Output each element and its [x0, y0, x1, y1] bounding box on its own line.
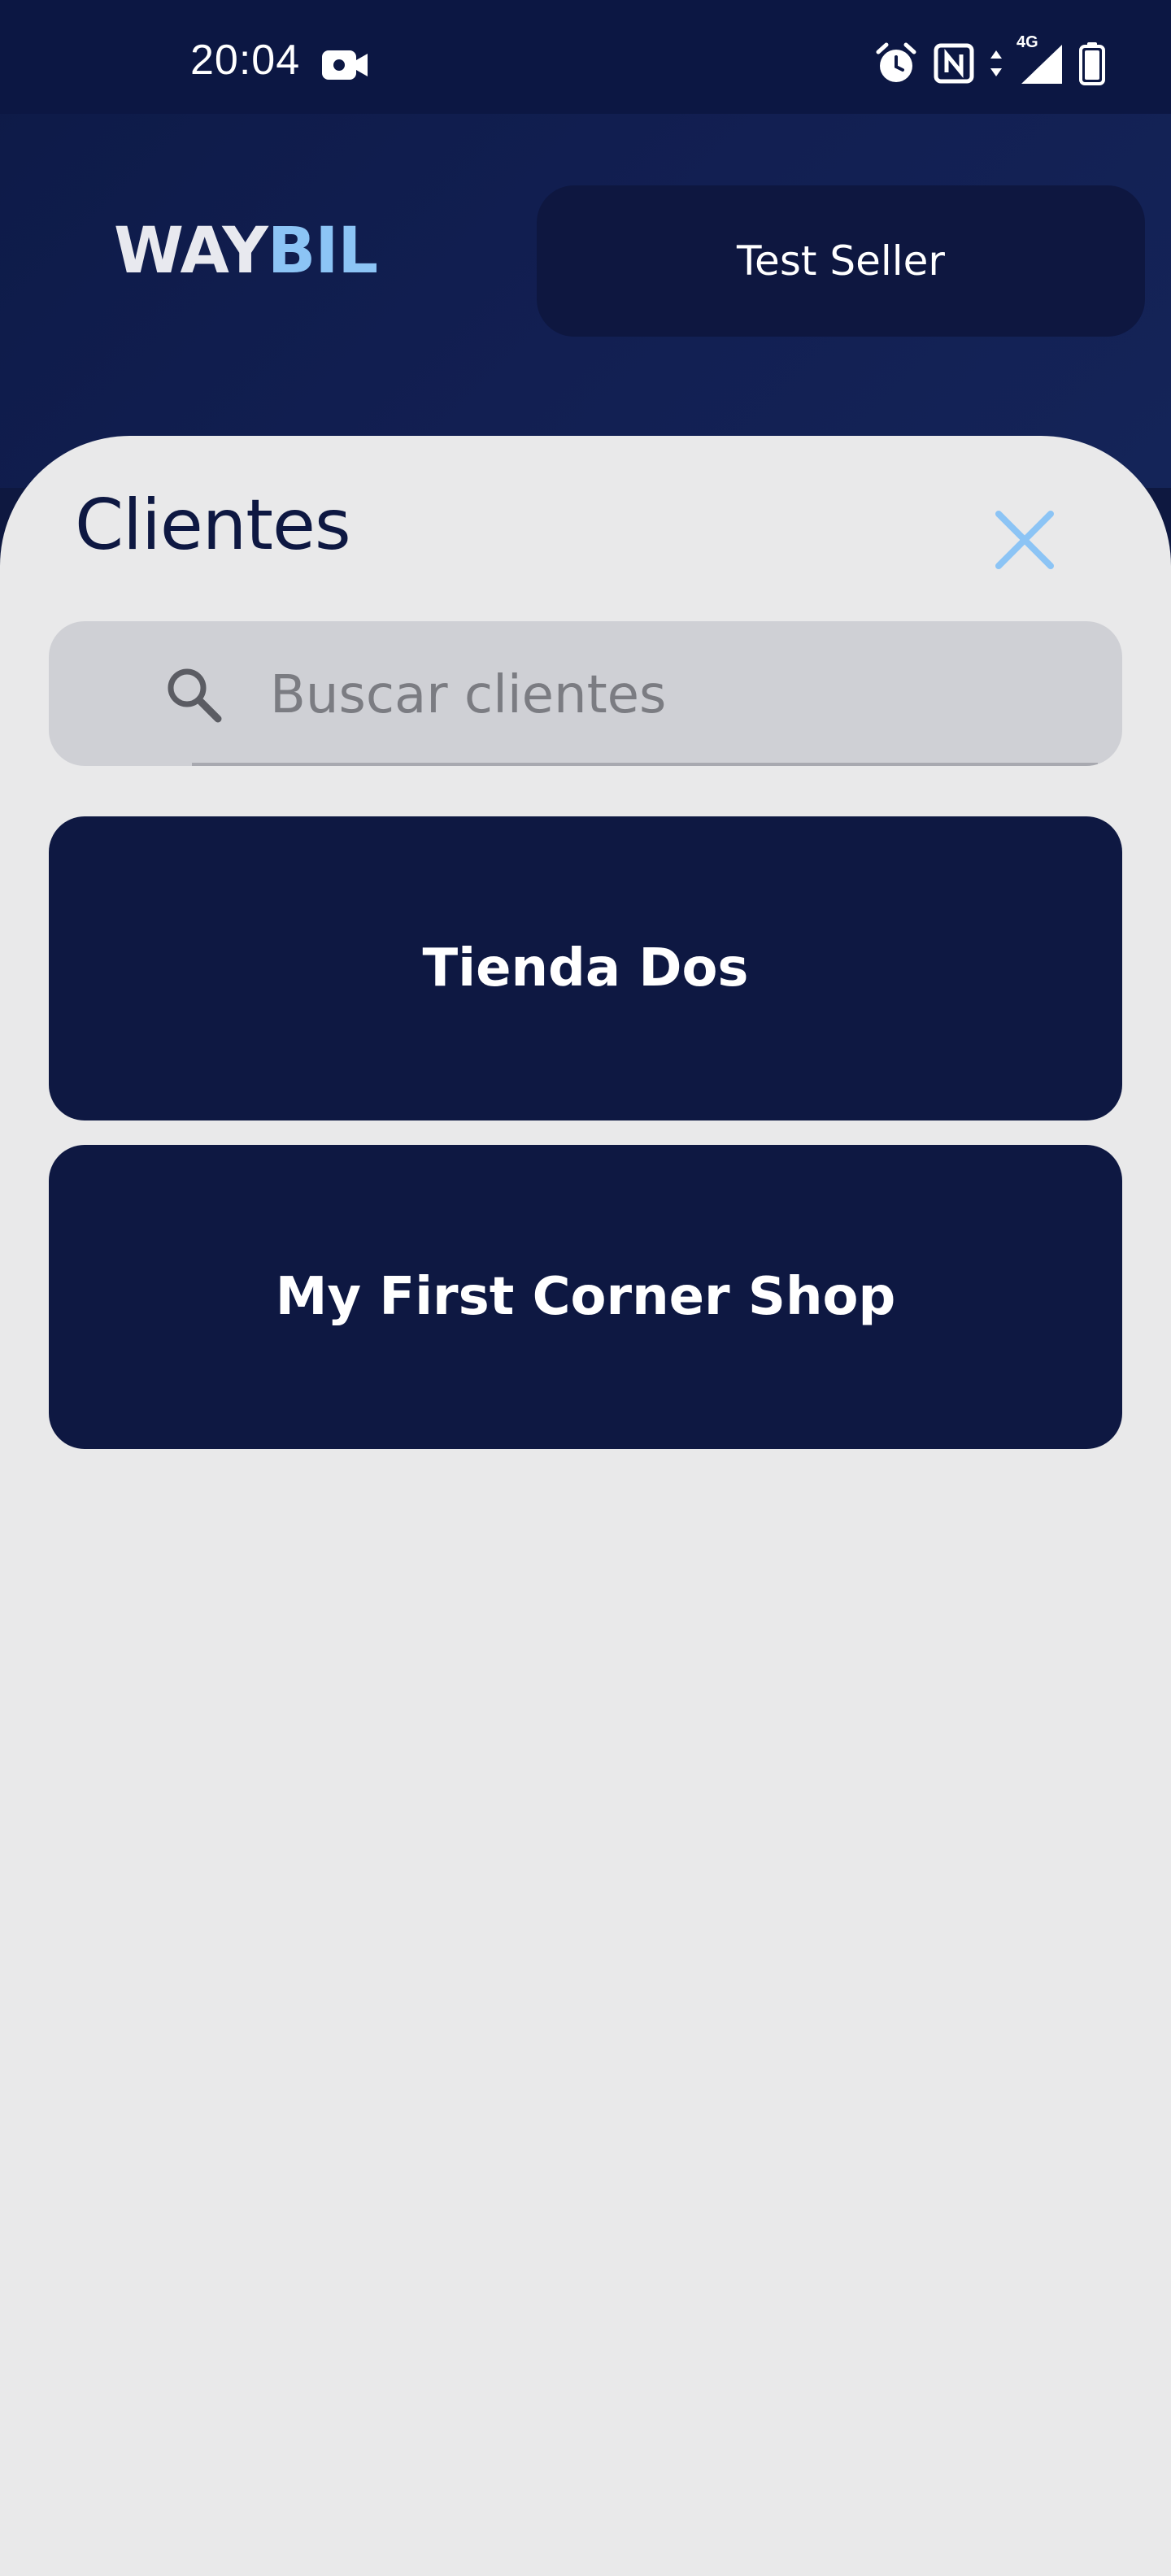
- close-icon[interactable]: [984, 499, 1065, 581]
- search-icon: [168, 668, 222, 723]
- status-right-icons: 4G: [873, 33, 1106, 86]
- signal-icon: 4G: [1016, 33, 1064, 85]
- logo-part-bil: BIL: [267, 215, 378, 288]
- search-field[interactable]: [49, 621, 1122, 766]
- page-title: Clientes: [75, 485, 351, 566]
- waybil-logo: WAYBIL: [114, 220, 378, 283]
- status-time: 20:04: [190, 37, 301, 84]
- search-underline: [192, 763, 1098, 766]
- status-left-icons: [320, 47, 369, 86]
- network-type-label: 4G: [1016, 33, 1038, 51]
- battery-icon: [1079, 42, 1105, 85]
- client-item-my-first-corner-shop[interactable]: My First Corner Shop: [49, 1145, 1122, 1449]
- logo-part-way: WAY: [114, 215, 268, 288]
- alarm-icon: [876, 42, 916, 82]
- seller-button[interactable]: Test Seller: [537, 185, 1145, 337]
- clients-sheet: Clientes Tienda Dos My First Corner Shop: [0, 436, 1171, 2576]
- search-input[interactable]: [268, 654, 1085, 737]
- nfc-icon: [934, 43, 974, 84]
- data-arrows-icon: [990, 50, 1002, 76]
- client-item-tienda-dos[interactable]: Tienda Dos: [49, 816, 1122, 1120]
- video-camera-icon: [322, 50, 368, 80]
- status-bar: 20:04 4G: [0, 0, 1171, 114]
